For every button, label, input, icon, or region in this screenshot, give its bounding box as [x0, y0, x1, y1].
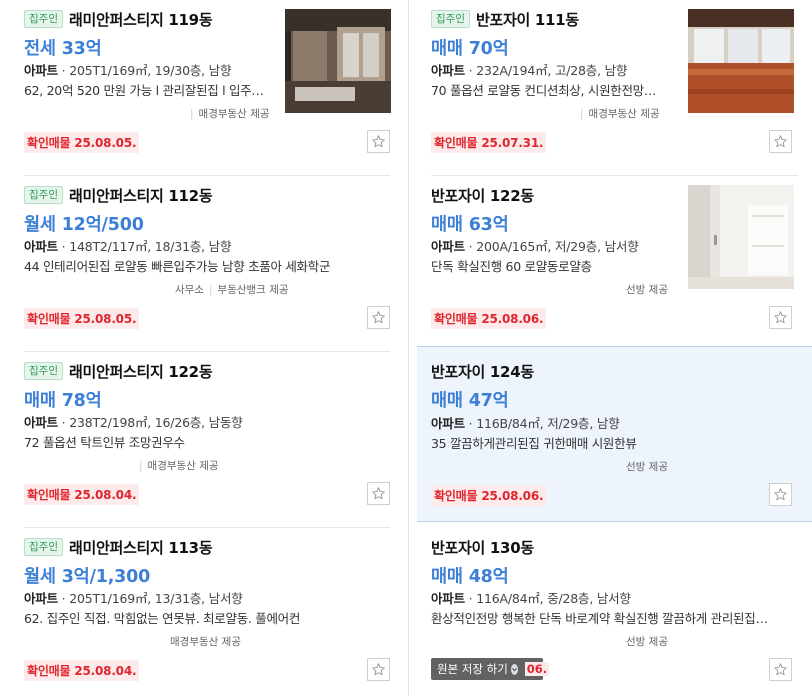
listing-card[interactable]: 집주인 래미안퍼스티지 119동 전세 33억 아파트 · 205T1/169㎡…	[0, 0, 410, 176]
listing-info: 아파트 · 205T1/169㎡, 13/31층, 남서향	[24, 591, 243, 606]
listing-title[interactable]: 반포자이 111동	[476, 9, 579, 30]
listing-desc: 62. 집주인 직접. 막힘없는 연못뷰. 최로얄동. 풀에어컨	[24, 611, 301, 626]
agent-info: | 매경부동산 제공	[190, 108, 270, 120]
agent-info: 선방 제공	[626, 636, 668, 648]
listing-desc: 72 풀옵션 탁트인뷰 조망권우수	[24, 435, 185, 450]
listing-price: 매매 70억	[431, 39, 509, 59]
listing-info: 아파트 · 116A/84㎡, 중/28층, 남서향	[431, 591, 631, 606]
favorite-button[interactable]	[769, 130, 792, 153]
confirmed-listing-tag: 확인매물 25.08.06.	[431, 485, 547, 506]
listing-info: 아파트 · 205T1/169㎡, 19/30층, 남향	[24, 63, 232, 78]
listing-desc: 환상적인전망 행복한 단독 바로계약 확실진행 깔끔하게 관리된집…	[431, 611, 768, 626]
listing-info: 아파트 · 116B/84㎡, 저/29층, 남향	[431, 416, 620, 431]
favorite-button[interactable]	[769, 483, 792, 506]
favorite-button[interactable]	[769, 658, 792, 681]
confirmed-listing-tag: 확인매물 25.08.04.	[24, 484, 140, 505]
agent-info: 매경부동산 제공	[170, 636, 241, 648]
listing-card-selected[interactable]: 반포자이 124동 매매 47억 아파트 · 116B/84㎡, 저/29층, …	[417, 346, 812, 522]
confirmed-listing-tag: 확인매물 25.08.05.	[24, 308, 140, 329]
star-icon	[774, 663, 787, 676]
star-icon	[774, 488, 787, 501]
agent-info: 사무소 | 부동산뱅크 제공	[175, 284, 289, 296]
owner-badge: 집주인	[24, 10, 63, 28]
listing-title[interactable]: 래미안퍼스티지 112동	[69, 185, 213, 206]
listing-price: 매매 48억	[431, 567, 509, 587]
agent-info: | 매경부동산 제공	[580, 108, 660, 120]
listing-photo[interactable]	[688, 185, 794, 289]
star-icon	[774, 135, 787, 148]
listing-info: 아파트 · 238T2/198㎡, 16/26층, 남동향	[24, 415, 243, 430]
listing-price: 매매 47억	[431, 391, 509, 411]
listing-desc: 단독 확실진행 60 로얄동로얄층	[431, 259, 592, 274]
listing-info: 아파트 · 200A/165㎡, 저/29층, 남서향	[431, 239, 639, 254]
listing-title[interactable]: 반포자이 130동	[431, 537, 534, 558]
listing-photo[interactable]	[285, 9, 391, 113]
favorite-button[interactable]	[367, 306, 390, 329]
listing-price: 월세 12억/500	[24, 215, 144, 235]
listing-card[interactable]: 집주인 래미안퍼스티지 112동 월세 12억/500 아파트 · 148T2/…	[0, 176, 410, 352]
owner-badge: 집주인	[24, 538, 63, 556]
star-icon	[372, 135, 385, 148]
agent-info: | 매경부동산 제공	[139, 460, 219, 472]
listing-title[interactable]: 래미안퍼스티지 119동	[69, 9, 213, 30]
listing-info: 아파트 · 232A/194㎡, 고/28층, 남향	[431, 63, 628, 78]
listing-title[interactable]: 반포자이 124동	[431, 361, 534, 382]
listing-desc: 70 풀옵션 로얄동 컨디션최상, 시원한전망…	[431, 83, 657, 98]
agent-info: 선방 제공	[626, 284, 668, 296]
favorite-button[interactable]	[769, 306, 792, 329]
confirmed-listing-tag: 확인매물 25.07.31.	[431, 132, 547, 153]
listing-title[interactable]: 래미안퍼스티지 122동	[69, 361, 213, 382]
favorite-button[interactable]	[367, 658, 390, 681]
agent-info: 선방 제공	[626, 461, 668, 473]
favorite-button[interactable]	[367, 130, 390, 153]
star-icon	[774, 311, 787, 324]
listing-card[interactable]: 반포자이 122동 매매 63억 아파트 · 200A/165㎡, 저/29층,…	[417, 176, 812, 352]
star-icon	[372, 487, 385, 500]
confirmed-listing-tag: 확인매물 25.08.05.	[24, 132, 140, 153]
owner-badge: 집주인	[24, 362, 63, 380]
listing-photo[interactable]	[688, 9, 794, 113]
favorite-button[interactable]	[367, 482, 390, 505]
listing-title[interactable]: 래미안퍼스티지 113동	[69, 537, 213, 558]
chevron-down-icon	[510, 663, 518, 675]
save-original-button[interactable]: 원본 저장 하기 06.	[431, 658, 550, 680]
confirmed-listing-tag: 확인매물 25.08.04.	[24, 660, 140, 681]
listing-desc: 35 깔끔하게관리된집 귀한매매 시원한뷰	[431, 436, 637, 451]
listing-info: 아파트 · 148T2/117㎡, 18/31층, 남향	[24, 239, 232, 254]
confirmed-listing-tag: 확인매물 25.08.06.	[431, 308, 547, 329]
star-icon	[372, 311, 385, 324]
listing-price: 월세 3억/1,300	[24, 567, 151, 587]
listing-price: 전세 33억	[24, 39, 102, 59]
listing-card[interactable]: 집주인 래미안퍼스티지 113동 월세 3억/1,300 아파트 · 205T1…	[0, 528, 410, 696]
owner-badge: 집주인	[431, 10, 470, 28]
listing-desc: 62, 20억 520 만원 가능 l 관리잘된집 l 입주…	[24, 83, 264, 98]
listing-desc: 44 인테리어된집 로얄동 빠른입주가능 남향 초품아 세화학군	[24, 259, 331, 274]
star-icon	[372, 663, 385, 676]
listing-price: 매매 78억	[24, 391, 102, 411]
owner-badge: 집주인	[24, 186, 63, 204]
listing-card[interactable]: 집주인 반포자이 111동 매매 70억 아파트 · 232A/194㎡, 고/…	[417, 0, 812, 176]
listing-title[interactable]: 반포자이 122동	[431, 185, 534, 206]
listing-price: 매매 63억	[431, 215, 509, 235]
listing-card[interactable]: 집주인 래미안퍼스티지 122동 매매 78억 아파트 · 238T2/198㎡…	[0, 352, 410, 528]
